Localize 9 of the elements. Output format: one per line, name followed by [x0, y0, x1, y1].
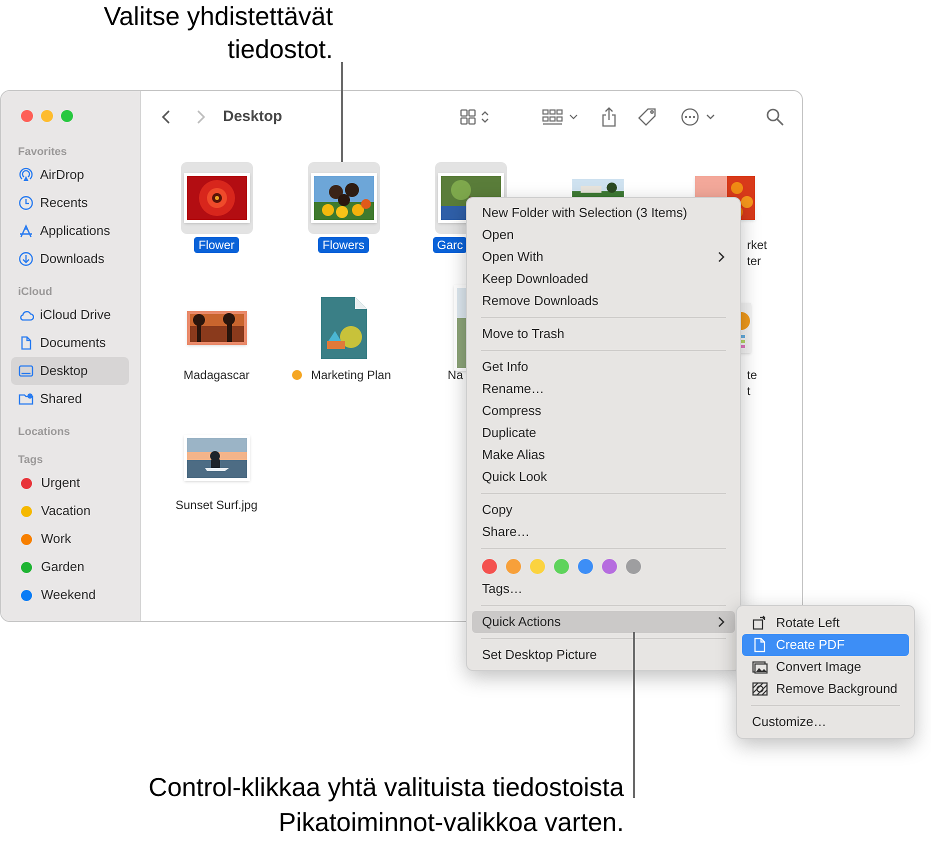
window-title: Desktop [223, 106, 282, 127]
callout-text: Pikatoiminnot-valikkoa varten. [278, 806, 624, 839]
section-header: iCloud [17, 285, 54, 300]
section-header: Locations [17, 425, 71, 440]
callout-text: Control-klikkaa yhtä valituista tiedostoista [148, 771, 624, 804]
callout-text: Valitse yhdistettävät [104, 0, 333, 33]
section-header: Favorites [17, 145, 68, 160]
section-header: Tags [17, 453, 44, 468]
callout-text: tiedostot. [227, 33, 333, 66]
